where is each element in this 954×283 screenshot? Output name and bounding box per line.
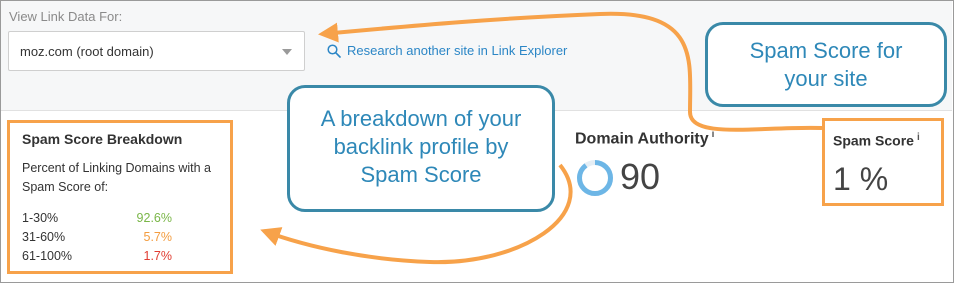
callout-line: A breakdown of your: [320, 106, 522, 131]
callout-line: backlink profile by: [333, 134, 509, 159]
callout-line: your site: [784, 66, 868, 91]
callout-line: Spam Score: [360, 162, 482, 187]
callout-spam-score: Spam Score for your site: [705, 22, 947, 107]
callout-line: Spam Score for: [749, 38, 903, 63]
callout-breakdown: A breakdown of your backlink profile by …: [287, 85, 555, 212]
